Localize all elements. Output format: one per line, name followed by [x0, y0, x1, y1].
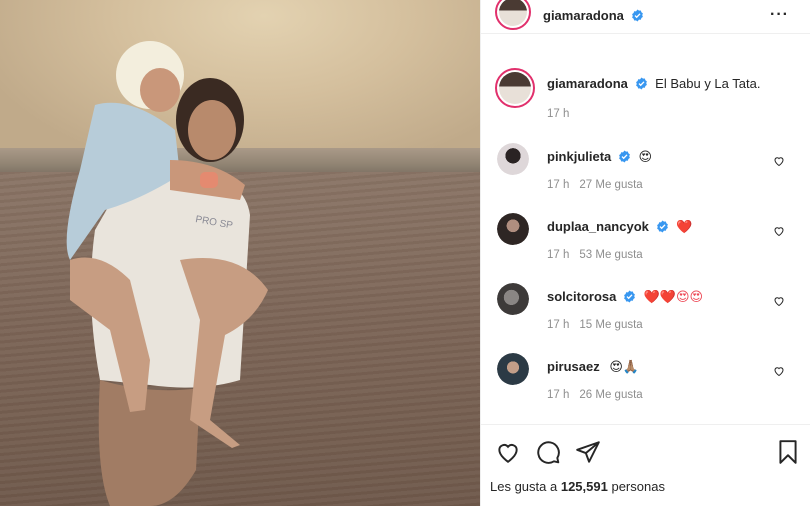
heart-icon[interactable] — [773, 155, 785, 167]
comment-meta: 17 h 53 Me gusta — [547, 249, 643, 261]
comment-item: solcitorosa ❤️❤️😍😍 17 h 15 Me gusta — [481, 283, 810, 343]
comment-meta: 17 h 15 Me gusta — [547, 319, 643, 331]
comment-text: ❤️ — [676, 220, 693, 235]
heart-icon[interactable] — [495, 439, 521, 465]
comment-likes[interactable]: 26 Me gusta — [579, 389, 642, 401]
heart-icon[interactable] — [773, 295, 785, 307]
caption-time[interactable]: 17 h — [547, 108, 569, 120]
comment-time[interactable]: 17 h — [547, 389, 569, 401]
comment-meta: 17 h 26 Me gusta — [547, 389, 643, 401]
more-options-icon[interactable]: ··· — [770, 6, 789, 24]
caption-avatar[interactable] — [495, 68, 535, 108]
verified-badge-icon — [635, 77, 647, 90]
comment-text: 😍 — [638, 150, 653, 165]
caption-username[interactable]: giamaradona — [547, 76, 628, 91]
post-photo[interactable]: PRO SP — [0, 0, 480, 506]
comment-icon[interactable] — [535, 439, 561, 465]
likes-suffix: personas — [611, 479, 665, 494]
comment-item: pinkjulieta 😍 17 h 27 Me gusta — [481, 143, 810, 203]
comment-line: pinkjulieta 😍 — [547, 149, 652, 165]
comment-username[interactable]: pirusaez — [547, 359, 600, 374]
verified-badge-icon — [656, 220, 668, 233]
bookmark-icon[interactable] — [775, 439, 801, 465]
comment-time[interactable]: 17 h — [547, 319, 569, 331]
comment-text: ❤️❤️😍😍 — [643, 290, 704, 305]
commenter-avatar[interactable] — [497, 353, 529, 385]
comment-line: duplaa_nancyok ❤️ — [547, 219, 692, 235]
author-avatar[interactable] — [495, 0, 531, 30]
commenter-avatar[interactable] — [497, 283, 529, 315]
comment-item: duplaa_nancyok ❤️ 17 h 53 Me gusta — [481, 213, 810, 273]
post-panel: giamaradona ··· giamaradona El Babu y La… — [480, 0, 810, 506]
caption-line: giamaradona El Babu y La Tata. — [547, 76, 760, 91]
comment-meta: 17 h 27 Me gusta — [547, 179, 643, 191]
comment-likes[interactable]: 53 Me gusta — [579, 249, 642, 261]
likes-count[interactable]: Les gusta a 125,591 personas — [490, 479, 665, 494]
comment-username[interactable]: duplaa_nancyok — [547, 219, 649, 234]
comment-likes[interactable]: 27 Me gusta — [579, 179, 642, 191]
share-icon[interactable] — [575, 439, 601, 465]
comment-line: pirusaez 😍🙏🏽 — [547, 359, 639, 375]
verified-badge-icon — [632, 9, 644, 22]
likes-number: 125,591 — [560, 479, 608, 494]
likes-prefix: Les gusta a — [490, 479, 558, 494]
comment-line: solcitorosa ❤️❤️😍😍 — [547, 289, 703, 305]
comment-likes[interactable]: 15 Me gusta — [579, 319, 642, 331]
header-user: giamaradona — [543, 7, 644, 25]
heart-icon[interactable] — [773, 365, 785, 377]
author-username[interactable]: giamaradona — [543, 8, 624, 23]
post-header: giamaradona ··· — [481, 0, 810, 34]
comment-time[interactable]: 17 h — [547, 249, 569, 261]
commenter-avatar[interactable] — [497, 143, 529, 175]
comment-text: 😍🙏🏽 — [609, 360, 640, 375]
comment-username[interactable]: pinkjulieta — [547, 149, 611, 164]
comment-time[interactable]: 17 h — [547, 179, 569, 191]
comment-username[interactable]: solcitorosa — [547, 289, 616, 304]
photo-figures: PRO SP — [66, 41, 268, 506]
verified-badge-icon — [619, 150, 630, 163]
comment-item: pirusaez 😍🙏🏽 17 h 26 Me gusta — [481, 353, 810, 413]
heart-icon[interactable] — [773, 225, 785, 237]
verified-badge-icon — [624, 290, 635, 303]
caption-text: El Babu y La Tata. — [655, 76, 761, 91]
post-actions: Les gusta a 125,591 personas — [481, 424, 810, 506]
commenter-avatar[interactable] — [497, 213, 529, 245]
